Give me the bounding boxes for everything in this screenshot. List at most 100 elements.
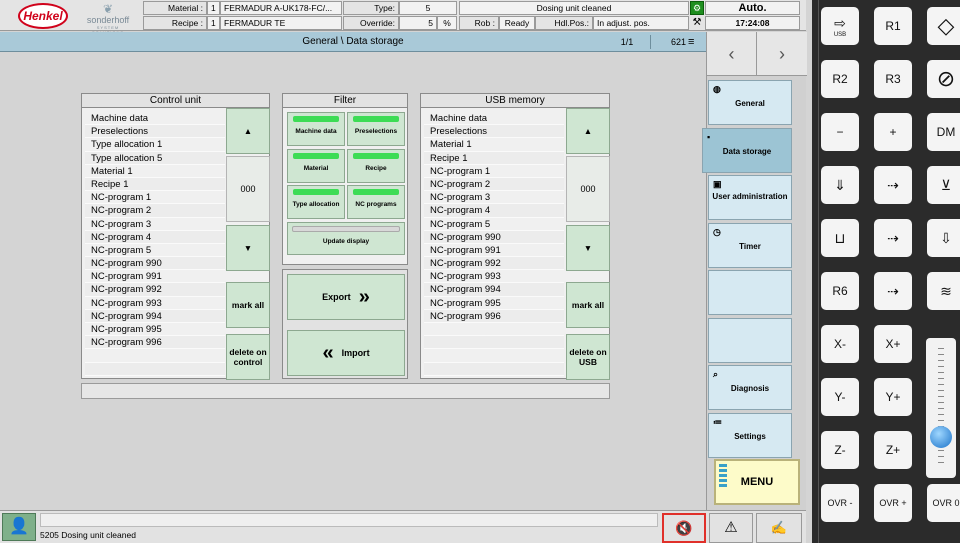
usb-list-item[interactable]: Material 1 [424, 138, 564, 152]
filter-material-button[interactable]: Material [287, 149, 345, 183]
menu-button[interactable]: MENU [714, 459, 800, 505]
control-mark-all-button[interactable]: mark all [226, 282, 270, 328]
usb-mark-all-button[interactable]: mark all [566, 282, 610, 328]
r2-key[interactable]: R2 [821, 60, 859, 98]
nozzle-level-key[interactable]: ⊔ [821, 219, 859, 257]
control-unit-list-item[interactable]: NC-program 994 [85, 309, 225, 323]
usb-list-item[interactable] [424, 336, 564, 350]
usb-list-item[interactable] [424, 323, 564, 337]
x-minus-key[interactable]: X- [821, 325, 859, 363]
usb-scroll-up-button[interactable]: ▲ [566, 108, 610, 154]
nozzle-steam-key[interactable]: ≋ [927, 272, 960, 310]
ovr-zero-key[interactable]: OVR 0 [927, 484, 960, 522]
control-unit-list-item[interactable]: NC-program 992 [85, 283, 225, 297]
usb-list-item[interactable]: NC-program 992 [424, 257, 564, 271]
control-unit-list-item[interactable]: NC-program 4 [85, 230, 225, 244]
control-unit-list[interactable]: Machine data Preselections Type allocation… [85, 112, 225, 376]
nozzle-clamp-key[interactable]: ⇢ [874, 272, 912, 310]
nav-item-general[interactable]: ◍ General [708, 80, 792, 125]
nav-item-timer[interactable]: ◷ Timer [708, 222, 792, 268]
dm-key[interactable]: DM [927, 113, 960, 151]
nozzle-down-key[interactable]: ⇓ [821, 166, 859, 204]
usb-delete-button[interactable]: delete on USB [566, 334, 610, 380]
nozzle-press-key[interactable]: ⇢ [874, 219, 912, 257]
export-button[interactable]: Export» [287, 274, 405, 320]
usb-list-item[interactable]: NC-program 1 [424, 164, 564, 178]
usb-list-item[interactable]: NC-program 5 [424, 217, 564, 231]
control-scroll-down-button[interactable]: ▼ [226, 225, 270, 271]
plus-key[interactable]: + [874, 113, 912, 151]
usb-list-item[interactable] [424, 362, 564, 376]
nav-item-data-storage[interactable]: ▪ Data storage [702, 127, 792, 173]
ovr-plus-key[interactable]: OVR + [874, 484, 912, 522]
control-unit-list-item[interactable]: NC-program 996 [85, 336, 225, 350]
nav-forward-button[interactable]: › [757, 32, 807, 76]
nav-item-user-administration[interactable]: ▣ User administration [708, 175, 792, 220]
control-unit-list-item[interactable]: Machine data [85, 112, 225, 126]
usb-list-item[interactable]: NC-program 991 [424, 243, 564, 258]
usb-list-item[interactable]: NC-program 995 [424, 296, 564, 310]
control-unit-list-item[interactable]: Recipe 1 [85, 177, 225, 192]
operator-icon[interactable]: 👤 [2, 513, 36, 541]
usb-list-item[interactable]: NC-program 2 [424, 177, 564, 192]
nozzle-spray-key[interactable]: ⊻ [927, 166, 960, 204]
r6-key[interactable]: R6 [821, 272, 859, 310]
gear-status-icon[interactable]: ⚙ [690, 1, 704, 15]
control-unit-list-item[interactable] [85, 362, 225, 376]
usb-list-item[interactable]: Preselections [424, 125, 564, 139]
usb-list-item[interactable] [424, 349, 564, 363]
filter-preselections-button[interactable]: Preselections [347, 112, 405, 146]
usb-list-item[interactable]: Machine data [424, 112, 564, 126]
nav-back-button[interactable]: ‹ [707, 32, 757, 76]
control-unit-list-item[interactable]: Type allocation 1 [85, 138, 225, 152]
control-unit-list-item[interactable]: NC-program 3 [85, 217, 225, 231]
slider-knob[interactable] [930, 426, 952, 448]
usb-scroll-down-button[interactable]: ▼ [566, 225, 610, 271]
minus-key[interactable]: − [821, 113, 859, 151]
z-plus-key[interactable]: Z+ [874, 431, 912, 469]
control-unit-list-item[interactable]: NC-program 993 [85, 296, 225, 310]
override-slider[interactable] [926, 338, 956, 478]
nav-item-empty-4[interactable] [708, 270, 792, 315]
filter-nc-programs-button[interactable]: NC programs [347, 185, 405, 219]
acknowledge-button[interactable]: ✍ [756, 513, 802, 543]
filter-recipe-button[interactable]: Recipe [347, 149, 405, 183]
control-unit-list-item[interactable]: NC-program 1 [85, 191, 225, 205]
control-unit-list-item[interactable]: NC-program 2 [85, 204, 225, 218]
control-unit-list-item[interactable]: NC-program 5 [85, 243, 225, 258]
usb-list-item[interactable]: NC-program 996 [424, 309, 564, 323]
control-unit-list-item[interactable]: Material 1 [85, 164, 225, 178]
control-unit-list-item[interactable]: NC-program 995 [85, 323, 225, 337]
warning-icon[interactable]: ⚠ [709, 513, 753, 543]
usb-list-item[interactable]: Recipe 1 [424, 151, 564, 165]
nozzle-purge-key[interactable]: ⇩ [927, 219, 960, 257]
control-unit-list-item[interactable] [85, 349, 225, 363]
usb-list-item[interactable]: NC-program 993 [424, 270, 564, 284]
x-plus-key[interactable]: X+ [874, 325, 912, 363]
list-menu-icon[interactable]: ≡ [688, 32, 702, 52]
usb-list-item[interactable]: NC-program 3 [424, 191, 564, 205]
control-delete-button[interactable]: delete on control [226, 334, 270, 380]
usb-memory-list[interactable]: Machine data Preselections Material 1 Recip… [424, 112, 564, 376]
filter-type-allocation-button[interactable]: Type allocation [287, 185, 345, 219]
usb-list-item[interactable]: NC-program 4 [424, 204, 564, 218]
control-scroll-up-button[interactable]: ▲ [226, 108, 270, 154]
y-minus-key[interactable]: Y- [821, 378, 859, 416]
control-unit-list-item[interactable]: Preselections [85, 125, 225, 139]
nav-item-empty-5[interactable] [708, 317, 792, 363]
mute-button[interactable]: 🔇 [662, 513, 706, 543]
y-plus-key[interactable]: Y+ [874, 378, 912, 416]
z-minus-key[interactable]: Z- [821, 431, 859, 469]
filter-machine-data-button[interactable]: Machine data [287, 112, 345, 146]
stop-key[interactable]: ⊘ [927, 60, 960, 98]
control-unit-list-item[interactable]: NC-program 990 [85, 257, 225, 271]
r3-key[interactable]: R3 [874, 60, 912, 98]
usb-key[interactable]: ⇨ USB [821, 7, 859, 45]
ovr-minus-key[interactable]: OVR - [821, 484, 859, 522]
r1-key[interactable]: R1 [874, 7, 912, 45]
control-unit-list-item[interactable]: NC-program 991 [85, 270, 225, 284]
nav-item-settings[interactable]: ≔ Settings [708, 412, 792, 458]
update-display-button[interactable]: Update display [287, 222, 405, 255]
diamond-key[interactable]: ◇ [927, 7, 960, 45]
nav-item-diagnosis[interactable]: ⌕ Diagnosis [708, 365, 792, 410]
